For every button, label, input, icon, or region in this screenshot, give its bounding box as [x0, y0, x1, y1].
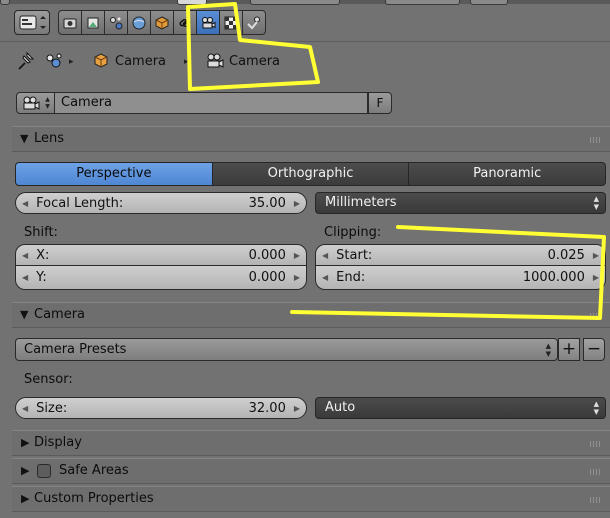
breadcrumb-arrow-icon: ▸: [69, 57, 74, 67]
increment-arrow-icon[interactable]: ▶: [294, 251, 300, 260]
link-icon: [179, 18, 191, 27]
collapsed-triangle-icon: ▶: [21, 464, 30, 477]
editor-type-button[interactable]: [14, 10, 50, 35]
decrement-arrow-icon[interactable]: ◀: [322, 251, 328, 260]
shift-y-field[interactable]: ◀ Y: 0.000 ▶: [15, 266, 307, 290]
tab-world[interactable]: [104, 10, 128, 35]
camera-data-icon: [202, 16, 216, 28]
increment-arrow-icon[interactable]: ▶: [593, 251, 599, 260]
breadcrumb-arrow-icon: ▸: [184, 57, 189, 67]
clipping-label: Clipping:: [324, 225, 382, 240]
tab-constraints[interactable]: [150, 10, 174, 35]
panel-drag-grip[interactable]: [590, 469, 600, 475]
sensor-fit-dropdown[interactable]: Auto ▲ ▼: [315, 397, 606, 419]
custom-properties-panel-header[interactable]: ▶ Custom Properties: [12, 486, 610, 512]
expanded-triangle-icon: ▼: [20, 132, 29, 145]
camera-datablock-name-field[interactable]: Camera: [54, 92, 368, 114]
cropped-widget: [385, 0, 460, 5]
clip-end-field[interactable]: ◀ End: 1000.000 ▶: [315, 266, 606, 290]
tab-orthographic[interactable]: Orthographic: [211, 162, 410, 186]
lens-panel-title: Lens: [34, 131, 65, 146]
expanded-triangle-icon: ▼: [20, 308, 29, 321]
tab-physics[interactable]: [242, 10, 266, 35]
camera-panel-title: Camera: [34, 307, 86, 322]
cropped-widget: [0, 0, 10, 5]
object-cube-icon: [93, 53, 109, 73]
increment-arrow-icon[interactable]: ▶: [294, 404, 300, 413]
tab-object-data[interactable]: [196, 10, 220, 35]
lens-panel-header[interactable]: ▼ Lens: [12, 126, 610, 152]
up-down-arrows-icon: ▲ ▼: [45, 96, 50, 110]
focal-length-field[interactable]: ◀ Focal Length: 35.00 ▶: [15, 192, 307, 214]
remove-preset-button[interactable]: −: [583, 338, 605, 361]
increment-arrow-icon[interactable]: ▶: [294, 273, 300, 282]
properties-context-tabs: [58, 10, 266, 35]
safe-areas-checkbox[interactable]: [37, 464, 51, 478]
camera-presets-menu[interactable]: Camera Presets ▲ ▼: [15, 338, 558, 361]
cropped-widget: [177, 0, 207, 5]
tab-panoramic[interactable]: Panoramic: [408, 162, 607, 186]
lens-type-tabs: Perspective Orthographic Panoramic: [15, 162, 607, 186]
properties-editor-icon: [19, 15, 46, 30]
world-icon: [110, 16, 123, 29]
tab-modifiers[interactable]: [173, 10, 197, 35]
sensor-size-field[interactable]: ◀ Size: 32.00 ▶: [15, 397, 307, 419]
camera-browse-button[interactable]: ▲ ▼: [16, 92, 55, 114]
camera-data-icon: [23, 96, 40, 110]
header-divider: [0, 41, 610, 42]
texture-icon: [224, 16, 238, 29]
collapsed-triangle-icon: ▶: [21, 492, 30, 505]
decrement-arrow-icon[interactable]: ◀: [22, 273, 28, 282]
up-down-arrows-icon: ▲ ▼: [593, 195, 599, 211]
up-down-arrows-icon: ▲ ▼: [593, 400, 599, 416]
tab-perspective[interactable]: Perspective: [15, 162, 213, 186]
shift-label: Shift:: [24, 225, 58, 240]
constraints-icon: [155, 15, 169, 30]
fake-user-button[interactable]: F: [368, 92, 392, 114]
panel-drag-grip[interactable]: [590, 441, 600, 447]
sensor-label: Sensor:: [24, 372, 73, 387]
panel-drag-grip[interactable]: [590, 497, 600, 503]
context-scene-icon: [44, 52, 64, 74]
tab-scene[interactable]: [81, 10, 105, 35]
decrement-arrow-icon[interactable]: ◀: [22, 404, 28, 413]
increment-arrow-icon[interactable]: ▶: [294, 199, 300, 208]
display-panel-header[interactable]: ▶ Display: [12, 430, 610, 456]
render-icon: [63, 18, 77, 28]
clip-start-field[interactable]: ◀ Start: 0.025 ▶: [315, 244, 606, 266]
increment-arrow-icon[interactable]: ▶: [593, 273, 599, 282]
physics-icon: [247, 16, 260, 29]
scene-icon: [87, 17, 99, 28]
up-down-arrows-icon: ▲ ▼: [545, 342, 551, 358]
breadcrumb-data: Camera: [229, 54, 281, 69]
panel-drag-grip[interactable]: [590, 137, 600, 143]
pin-icon[interactable]: [16, 50, 36, 76]
panel-drag-grip[interactable]: [590, 313, 600, 319]
decrement-arrow-icon[interactable]: ◀: [22, 199, 28, 208]
cropped-widget: [470, 0, 508, 5]
lens-unit-dropdown[interactable]: Millimeters ▲ ▼: [315, 192, 606, 214]
decrement-arrow-icon[interactable]: ◀: [22, 251, 28, 260]
breadcrumb-object: Camera: [115, 54, 167, 69]
camera-data-icon: [205, 52, 225, 74]
tab-render[interactable]: [58, 10, 82, 35]
decrement-arrow-icon[interactable]: ◀: [322, 273, 328, 282]
tab-object[interactable]: [127, 10, 151, 35]
cropped-widget: [250, 0, 340, 5]
camera-panel-header[interactable]: ▼ Camera: [12, 302, 610, 328]
shift-x-field[interactable]: ◀ X: 0.000 ▶: [15, 244, 307, 266]
tab-texture[interactable]: [219, 10, 243, 35]
add-preset-button[interactable]: +: [558, 338, 580, 361]
collapsed-triangle-icon: ▶: [21, 436, 30, 449]
safe-areas-panel-header[interactable]: ▶ Safe Areas: [12, 458, 610, 484]
object-icon: [132, 16, 146, 29]
